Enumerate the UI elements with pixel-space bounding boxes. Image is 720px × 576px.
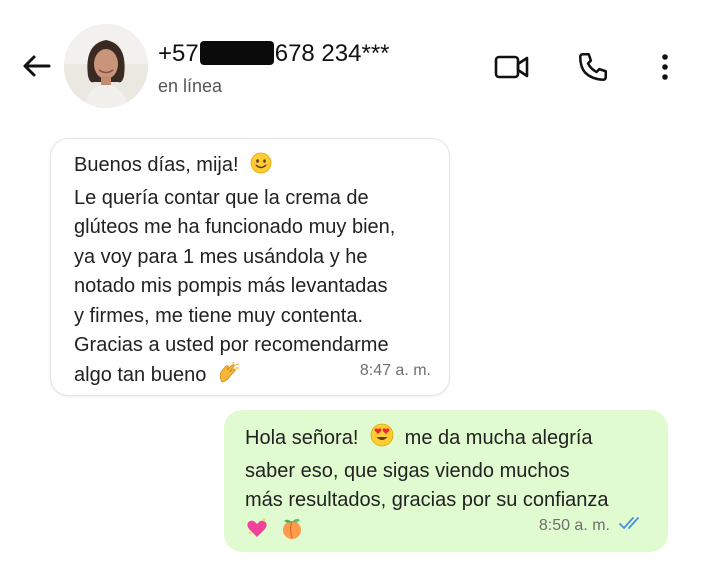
back-arrow-icon[interactable] <box>18 50 54 82</box>
smiling-face-emoji <box>250 152 272 184</box>
more-options-icon[interactable] <box>645 48 685 86</box>
message-line: notado mis pompis más levantadas <box>74 275 388 297</box>
outgoing-message[interactable]: Hola señora! me da mucha alegría saber e… <box>224 410 668 552</box>
online-status: en línea <box>158 76 223 96</box>
message-time: 8:47 a. m. <box>359 361 431 379</box>
message-line: Le quería contar que la crema de <box>74 186 369 209</box>
message-line: ya voy para 1 mes usándola y he <box>74 245 368 268</box>
video-call-icon[interactable] <box>492 48 532 86</box>
message-line: saber eso, que sigas viendo muchos <box>245 459 570 482</box>
message-line: Buenos días, mija! <box>74 151 433 184</box>
phone-prefix: +57 <box>158 40 199 67</box>
contact-number[interactable]: +57 678 234*** <box>158 40 390 68</box>
message-line: y firmes, me tiene muy contenta. <box>74 304 364 327</box>
chat-header: +57 678 234*** en línea <box>0 0 720 110</box>
avatar[interactable] <box>64 24 148 108</box>
heart-eyes-emoji <box>370 423 394 457</box>
peach-emoji <box>280 516 304 550</box>
sparkling-heart-emoji <box>245 516 269 550</box>
read-receipt-icon <box>618 511 646 541</box>
clapping-hands-emoji <box>217 360 240 394</box>
message-time: 8:50 a. m. <box>538 516 610 534</box>
redaction-bar <box>199 41 274 65</box>
message-line: Hola señora! me da mucha alegría <box>245 423 652 457</box>
incoming-message[interactable]: Buenos días, mija! Le quería contar que … <box>50 138 450 396</box>
message-line: glúteos me ha funcionado muy bien, <box>74 216 396 238</box>
phone-suffix: 678 234*** <box>274 40 390 67</box>
phone-call-icon[interactable] <box>573 48 613 86</box>
